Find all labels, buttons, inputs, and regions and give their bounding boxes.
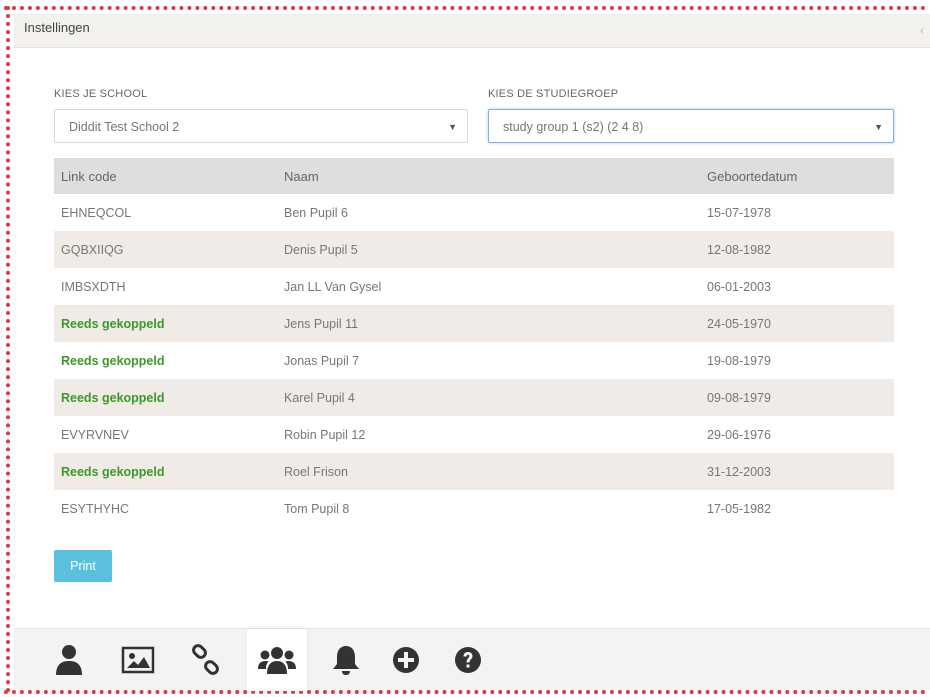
name-cell: Roel Frison: [284, 464, 348, 479]
name-cell: Ben Pupil 6: [284, 205, 348, 220]
toolbar-image-button[interactable]: [108, 629, 168, 691]
birthdate-cell: 15-07-1978: [707, 205, 771, 220]
table-row: IMBSXDTH Jan LL Van Gysel 06-01-2003: [54, 268, 894, 305]
table-row: GQBXIIQG Denis Pupil 5 12-08-1982: [54, 231, 894, 268]
frame-border-left: [6, 6, 10, 693]
panel-title: Instellingen: [24, 20, 90, 35]
name-cell: Tom Pupil 8: [284, 501, 350, 516]
toolbar-user-button[interactable]: [39, 629, 99, 691]
link-code-cell: Reeds gekoppeld: [61, 316, 165, 331]
link-code-cell: EHNEQCOL: [61, 205, 132, 220]
group-select-value: study group 1 (s2) (2 4 8): [503, 120, 644, 134]
table-header: Link code Naam Geboortedatum: [54, 158, 894, 194]
user-icon: [56, 645, 82, 675]
bell-icon: [333, 646, 359, 675]
name-cell: Robin Pupil 12: [284, 427, 366, 442]
table-row: EVYRVNEV Robin Pupil 12 29-06-1976: [54, 416, 894, 453]
header-link-code: Link code: [61, 168, 117, 184]
link-code-cell: EVYRVNEV: [61, 427, 129, 442]
toolbar-link-button[interactable]: [176, 629, 236, 691]
link-icon: [192, 644, 219, 675]
name-cell: Jonas Pupil 7: [284, 353, 360, 368]
link-code-cell: IMBSXDTH: [61, 279, 126, 294]
toolbar-add-button[interactable]: [376, 629, 436, 691]
birthdate-cell: 31-12-2003: [707, 464, 771, 479]
school-select-label: KIES JE SCHOOL: [54, 88, 148, 100]
print-button[interactable]: Print: [54, 550, 112, 582]
chevron-down-icon: ▼: [448, 122, 457, 132]
name-cell: Jens Pupil 11: [284, 316, 359, 331]
school-select-value: Diddit Test School 2: [69, 120, 180, 134]
bottom-toolbar: [14, 628, 930, 691]
users-icon: [258, 647, 296, 674]
table-row: ESYTHYHC Tom Pupil 8 17-05-1982: [54, 490, 894, 527]
table-row: Reeds gekoppeld Jens Pupil 11 24-05-1970: [54, 305, 894, 342]
plus-circle-icon: [393, 647, 419, 673]
group-select[interactable]: study group 1 (s2) (2 4 8) ▼: [488, 109, 894, 143]
name-cell: Denis Pupil 5: [284, 242, 358, 257]
frame-border-top: [4, 6, 926, 10]
link-code-cell: Reeds gekoppeld: [61, 464, 165, 479]
panel-header: Instellingen ‹: [14, 14, 930, 48]
birthdate-cell: 06-01-2003: [707, 279, 771, 294]
toolbar-bell-button[interactable]: [316, 629, 376, 691]
link-code-cell: GQBXIIQG: [61, 242, 124, 257]
name-cell: Karel Pupil 4: [284, 390, 355, 405]
toolbar-help-button[interactable]: [438, 629, 498, 691]
birthdate-cell: 09-08-1979: [707, 390, 771, 405]
name-cell: Jan LL Van Gysel: [284, 279, 382, 294]
table-row: Reeds gekoppeld Karel Pupil 4 09-08-1979: [54, 379, 894, 416]
group-select-label: KIES DE STUDIEGROEP: [488, 88, 619, 100]
birthdate-cell: 19-08-1979: [707, 353, 771, 368]
link-code-cell: Reeds gekoppeld: [61, 390, 165, 405]
header-birthdate: Geboortedatum: [707, 168, 798, 184]
link-code-cell: ESYTHYHC: [61, 501, 130, 516]
school-select[interactable]: Diddit Test School 2 ▼: [54, 109, 468, 143]
table-row: Reeds gekoppeld Roel Frison 31-12-2003: [54, 453, 894, 490]
toolbar-users-button[interactable]: [247, 629, 307, 691]
header-name: Naam: [284, 168, 319, 184]
birthdate-cell: 12-08-1982: [707, 242, 771, 257]
birthdate-cell: 17-05-1982: [707, 501, 771, 516]
pupil-table: Link code Naam Geboortedatum EHNEQCOL Ben…: [54, 158, 894, 527]
image-icon: [121, 646, 155, 674]
table-row: Reeds gekoppeld Jonas Pupil 7 19-08-1979: [54, 342, 894, 379]
table-row: EHNEQCOL Ben Pupil 6 15-07-1978: [54, 194, 894, 231]
question-circle-icon: [455, 647, 481, 673]
link-code-cell: Reeds gekoppeld: [61, 353, 165, 368]
birthdate-cell: 24-05-1970: [707, 316, 771, 331]
collapse-icon[interactable]: ‹: [920, 23, 924, 37]
birthdate-cell: 29-06-1976: [707, 427, 771, 442]
chevron-down-icon: ▼: [874, 122, 883, 132]
table-body: EHNEQCOL Ben Pupil 6 15-07-1978 GQBXIIQG Den…: [54, 194, 894, 527]
